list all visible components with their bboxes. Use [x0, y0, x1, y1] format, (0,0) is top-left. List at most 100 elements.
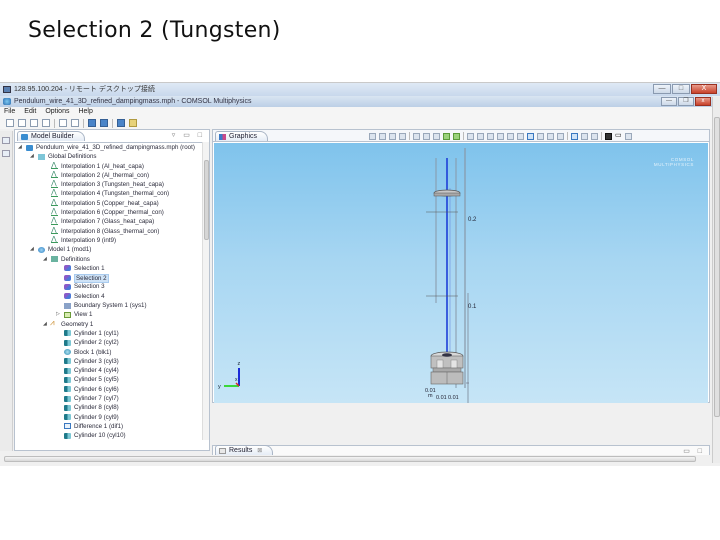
vertical-scrollbar[interactable]: [712, 97, 720, 463]
results-view-controls[interactable]: ▭ □: [683, 447, 705, 455]
tree-item[interactable]: Interpolation 5 (Copper_heat_capa): [15, 198, 203, 208]
model-library-icon[interactable]: [100, 119, 108, 127]
print-icon[interactable]: [42, 119, 50, 127]
zoom-in-icon[interactable]: [413, 132, 420, 140]
minimize-panel-icon[interactable]: ▭: [615, 132, 622, 140]
undo-icon[interactable]: [59, 119, 67, 127]
tree-item[interactable]: ▷ View 1: [15, 310, 203, 319]
tree-item[interactable]: Cylinder 7 (cyl7): [15, 394, 203, 403]
collapse-arrow-icon[interactable]: ◢: [43, 320, 48, 329]
tree-item[interactable]: ◢ Global Definitions: [15, 152, 203, 161]
app-close-button[interactable]: x: [695, 97, 711, 106]
tree-item[interactable]: Interpolation 6 (Copper_thermal_con): [15, 207, 203, 217]
model-builder-view-controls[interactable]: ▿ ▭ □: [172, 131, 205, 139]
tree-item-label: Interpolation 1 (Al_heat_capa): [61, 162, 144, 170]
tree-item[interactable]: Selection 4: [15, 292, 203, 301]
graphics-panel: Graphics ▭ COMSOL MULTIPHYSICS 0.2 0.1 0…: [212, 129, 710, 403]
tree-item[interactable]: Interpolation 9 (int9): [15, 235, 203, 245]
layout-icon[interactable]: [129, 119, 137, 127]
tree-item[interactable]: Interpolation 3 (Tungsten_heat_capa): [15, 179, 203, 189]
tree-item[interactable]: Selection 3: [15, 282, 203, 291]
tree-item[interactable]: ◢ Geometry 1: [15, 318, 203, 329]
menu-options[interactable]: Options: [45, 107, 69, 117]
new-file-icon[interactable]: [6, 119, 14, 127]
tree-item[interactable]: Cylinder 3 (cyl3): [15, 357, 203, 366]
build-all-icon[interactable]: [369, 132, 376, 140]
tree-item[interactable]: Interpolation 4 (Tungsten_thermal_con): [15, 188, 203, 198]
tree-item[interactable]: Selection 1: [15, 264, 203, 273]
tree-item[interactable]: Cylinder 10 (cyl10): [15, 431, 203, 440]
tab-results[interactable]: Results ⊠: [215, 445, 274, 455]
view-xy-icon[interactable]: [477, 132, 484, 140]
tree-item[interactable]: ◢ Definitions: [15, 255, 203, 264]
tree-item[interactable]: Interpolation 1 (Al_heat_capa): [15, 161, 203, 171]
app-restore-button[interactable]: ❐: [678, 97, 694, 106]
select-object-icon[interactable]: [517, 132, 524, 140]
select-domain-icon[interactable]: [527, 132, 534, 140]
model-wizard-icon[interactable]: [88, 119, 96, 127]
tree-item[interactable]: Interpolation 8 (Glass_thermal_con): [15, 226, 203, 236]
model-tree-scrollbar[interactable]: [202, 142, 209, 440]
tree-item[interactable]: Interpolation 2 (Al_thermal_con): [15, 170, 203, 180]
y-axis-label: y: [218, 384, 221, 390]
select-point-icon[interactable]: [557, 132, 564, 140]
select-edge-icon[interactable]: [547, 132, 554, 140]
select-dropdown-icon[interactable]: [399, 132, 406, 140]
rdp-minimize-button[interactable]: —: [653, 84, 671, 94]
view-dropdown-icon[interactable]: [467, 132, 474, 140]
results-close-icon[interactable]: ⊠: [257, 448, 262, 454]
tree-item[interactable]: Difference 1 (dif1): [15, 422, 203, 431]
zoom-selected-icon[interactable]: [443, 132, 450, 140]
transparency-icon[interactable]: [571, 132, 578, 140]
collapse-arrow-icon[interactable]: ◢: [30, 152, 35, 161]
build-dropdown-icon[interactable]: [117, 119, 125, 127]
select-boundary-icon[interactable]: [537, 132, 544, 140]
zoom-box-icon[interactable]: [433, 132, 440, 140]
collapse-arrow-icon[interactable]: ◢: [18, 143, 23, 152]
redo-icon[interactable]: [71, 119, 79, 127]
select-box-icon[interactable]: [507, 132, 514, 140]
menu-help[interactable]: Help: [78, 107, 92, 117]
collapse-arrow-icon[interactable]: ◢: [43, 255, 48, 264]
tree-item[interactable]: Boundary System 1 (sys1): [15, 301, 203, 310]
view-yz-icon[interactable]: [487, 132, 494, 140]
scene-light-icon[interactable]: [591, 132, 598, 140]
tree-item[interactable]: Cylinder 9 (cyl9): [15, 413, 203, 422]
tree-item[interactable]: ◢ Model 1 (mod1): [15, 245, 203, 254]
horizontal-scrollbar[interactable]: [4, 456, 696, 462]
tab-model-builder[interactable]: Model Builder: [17, 131, 85, 141]
tree-item[interactable]: Cylinder 4 (cyl4): [15, 366, 203, 375]
maximize-panel-icon[interactable]: [625, 132, 632, 140]
zoom-out-icon[interactable]: [423, 132, 430, 140]
expand-arrow-icon[interactable]: ▷: [56, 310, 61, 319]
tree-item[interactable]: Cylinder 5 (cyl5): [15, 375, 203, 384]
tree-item[interactable]: Cylinder 2 (cyl2): [15, 338, 203, 347]
tree-item[interactable]: Selection 2: [15, 273, 203, 284]
scrollbar-thumb[interactable]: [204, 160, 209, 240]
rdp-close-button[interactable]: X: [691, 84, 717, 94]
tree-item[interactable]: ◢ Pendulum_wire_41_3D_refined_dampingmass…: [15, 143, 203, 152]
tree-item[interactable]: Cylinder 8 (cyl8): [15, 403, 203, 412]
restore-view-icon[interactable]: [2, 137, 10, 144]
zoom-extents-icon[interactable]: [453, 132, 460, 140]
graphics-viewport[interactable]: COMSOL MULTIPHYSICS 0.2 0.1 0.01 m 0.01 …: [214, 143, 708, 403]
view-zx-icon[interactable]: [497, 132, 504, 140]
rdp-maximize-button[interactable]: □: [672, 84, 690, 94]
open-file-icon[interactable]: [18, 119, 26, 127]
menu-edit[interactable]: Edit: [24, 107, 36, 117]
app-minimize-button[interactable]: —: [661, 97, 677, 106]
refresh-icon[interactable]: [389, 132, 396, 140]
menu-file[interactable]: File: [4, 107, 15, 117]
tree-item[interactable]: Cylinder 6 (cyl6): [15, 385, 203, 394]
tree-item[interactable]: Cylinder 1 (cyl1): [15, 329, 203, 338]
scrollbar-thumb[interactable]: [714, 117, 720, 417]
tab-graphics[interactable]: Graphics: [215, 131, 269, 141]
collapse-arrow-icon[interactable]: ◢: [30, 245, 35, 254]
save-icon[interactable]: [30, 119, 38, 127]
tree-item[interactable]: Block 1 (blk1): [15, 348, 203, 357]
tree-item[interactable]: Interpolation 7 (Glass_heat_capa): [15, 216, 203, 226]
build-selected-icon[interactable]: [379, 132, 386, 140]
screenshot-icon[interactable]: [605, 132, 612, 140]
material-browser-icon[interactable]: [2, 150, 10, 157]
wireframe-icon[interactable]: [581, 132, 588, 140]
